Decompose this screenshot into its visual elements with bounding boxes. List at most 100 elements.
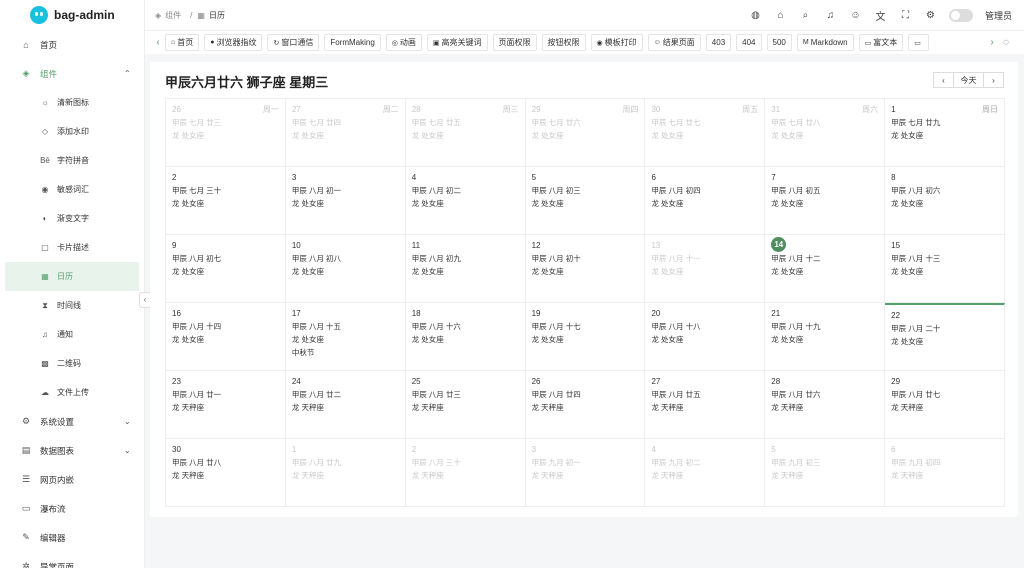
- today-button[interactable]: 今天: [954, 72, 983, 88]
- calendar-day-cell[interactable]: 17 甲辰 八月 十五龙 处女座 中秋节: [285, 303, 406, 371]
- tab[interactable]: ↻ 窗口通信: [267, 34, 320, 51]
- calendar-day-cell[interactable]: 3 甲辰 八月 初一龙 处女座: [285, 167, 406, 235]
- logo[interactable]: bag-admin: [0, 0, 144, 30]
- calendar-day-cell[interactable]: 26 甲辰 八月 廿四龙 天秤座: [525, 371, 646, 439]
- calendar-day-cell[interactable]: 23 甲辰 八月 廿一龙 天秤座: [166, 371, 286, 439]
- sidebar-sub-item[interactable]: ⧗ 时间线: [0, 291, 144, 320]
- tab[interactable]: ◎ 动画: [385, 34, 422, 51]
- calendar-day-cell[interactable]: 22 甲辰 八月 二十龙 处女座: [885, 303, 1006, 371]
- calendar-day-cell[interactable]: 13 甲辰 八月 十一龙 处女座: [645, 235, 766, 303]
- calendar-day-cell[interactable]: 6 甲辰 八月 初四龙 处女座: [645, 167, 766, 235]
- calendar-day-cell[interactable]: 5 甲辰 八月 初三龙 处女座: [525, 167, 646, 235]
- translate-icon[interactable]: 文: [868, 8, 893, 23]
- breadcrumb-parent[interactable]: 组件: [165, 10, 181, 21]
- calendar-day-cell[interactable]: 11 甲辰 八月 初九龙 处女座: [405, 235, 526, 303]
- calendar-day-cell[interactable]: 29 甲辰 八月 廿七龙 天秤座: [885, 371, 1006, 439]
- tabs-menu-icon[interactable]: ◌: [999, 37, 1013, 48]
- sidebar-sub-item[interactable]: ▢ 卡片描述: [0, 233, 144, 262]
- tab[interactable]: ▭: [908, 34, 929, 51]
- tab[interactable]: 404: [736, 34, 762, 51]
- calendar-day-cell[interactable]: 9 甲辰 八月 初七龙 处女座: [166, 235, 286, 303]
- tab-label: 403: [711, 38, 726, 47]
- calendar-day-cell[interactable]: 28 甲辰 八月 廿六龙 天秤座: [765, 371, 886, 439]
- sidebar-item[interactable]: ✲ 导常页面: [0, 552, 144, 568]
- calendar-day-cell[interactable]: 30 甲辰 八月 廿八龙 天秤座: [166, 439, 286, 507]
- sidebar-item[interactable]: ▤ 数据图表 ⌄: [0, 436, 144, 465]
- sidebar-item[interactable]: ☰ 网页内嵌: [0, 465, 144, 494]
- calendar-day-cell[interactable]: 21 甲辰 八月 十九龙 处女座: [765, 303, 886, 371]
- calendar-day-cell[interactable]: 4 甲辰 九月 初二龙 天秤座: [645, 439, 766, 507]
- tab[interactable]: FormMaking: [324, 34, 381, 51]
- sidebar-sub-item[interactable]: ☁ 文件上传: [0, 378, 144, 407]
- tab[interactable]: ⌂ 首页: [165, 34, 200, 51]
- day-number: 7: [771, 173, 776, 182]
- sidebar-item[interactable]: ▭ 瀑布流: [0, 494, 144, 523]
- calendar-day-cell[interactable]: 5 甲辰 九月 初三龙 天秤座: [765, 439, 886, 507]
- smile-icon[interactable]: ☺: [843, 10, 868, 21]
- calendar-day-cell[interactable]: 12 甲辰 八月 初十龙 处女座: [525, 235, 646, 303]
- tab[interactable]: ● 浏览器指纹: [204, 34, 263, 51]
- calendar-day-cell[interactable]: 4 甲辰 八月 初二龙 处女座: [405, 167, 526, 235]
- tabs-prev-icon[interactable]: ‹: [151, 37, 165, 48]
- sidebar-sub-item[interactable]: ◐ 渐变文字: [0, 204, 144, 233]
- calendar-day-cell[interactable]: 28 周三 甲辰 七月 廿五龙 处女座: [405, 99, 526, 167]
- calendar-day-cell[interactable]: 18 甲辰 八月 十六龙 处女座: [405, 303, 526, 371]
- tab[interactable]: ☺ 结果页面: [647, 34, 701, 51]
- calendar-day-cell[interactable]: 1 甲辰 八月 廿九龙 天秤座: [285, 439, 406, 507]
- calendar-day-cell[interactable]: 7 甲辰 八月 初五龙 处女座: [765, 167, 886, 235]
- sidebar-sub-item[interactable]: ▦ 日历: [5, 262, 139, 291]
- sidebar-sub-item[interactable]: Bē 字符拼音: [0, 146, 144, 175]
- github-icon[interactable]: ◍: [743, 10, 768, 21]
- calendar-day-cell[interactable]: 25 甲辰 八月 廿三龙 天秤座: [405, 371, 526, 439]
- sidebar-sub-item[interactable]: ☼ 清新图标: [0, 88, 144, 117]
- calendar-day-cell[interactable]: 8 甲辰 八月 初六龙 处女座: [885, 167, 1006, 235]
- tab[interactable]: 500: [766, 34, 792, 51]
- sidebar-sub-item[interactable]: ♫ 通知: [0, 320, 144, 349]
- tabs-next-icon[interactable]: ›: [985, 37, 999, 48]
- gear-icon[interactable]: ⚙: [918, 10, 943, 21]
- sidebar-item[interactable]: ⚙ 系统设置 ⌄: [0, 407, 144, 436]
- tab[interactable]: 页面权限: [492, 34, 537, 51]
- calendar-day-cell[interactable]: 6 甲辰 九月 初四龙 天秤座: [885, 439, 1006, 507]
- tab[interactable]: 403: [705, 34, 732, 51]
- calendar-day-cell[interactable]: 31 周六 甲辰 七月 廿八龙 处女座: [765, 99, 886, 167]
- home-icon[interactable]: ⌂: [768, 10, 793, 21]
- day-number: 20: [651, 309, 661, 318]
- calendar-day-cell[interactable]: 27 甲辰 八月 廿五龙 天秤座: [645, 371, 766, 439]
- tab[interactable]: M Markdown: [796, 34, 854, 51]
- calendar-day-cell[interactable]: 24 甲辰 八月 廿二龙 天秤座: [285, 371, 406, 439]
- calendar-day-cell[interactable]: 16 甲辰 八月 十四龙 处女座: [166, 303, 286, 371]
- tab[interactable]: 按钮权限: [541, 34, 586, 51]
- calendar-day-cell[interactable]: 15 甲辰 八月 十三龙 处女座: [885, 235, 1006, 303]
- search-icon[interactable]: ⌕: [793, 10, 818, 21]
- calendar-day-cell[interactable]: 14 甲辰 八月 十二龙 处女座: [765, 235, 886, 303]
- tab[interactable]: ▣ 高亮关键词: [426, 34, 488, 51]
- sidebar-sub-item[interactable]: ▩ 二维码: [0, 349, 144, 378]
- calendar-day-cell[interactable]: 2 甲辰 七月 三十龙 处女座: [166, 167, 286, 235]
- calendar-day-cell[interactable]: 27 周二 甲辰 七月 廿四龙 处女座: [285, 99, 406, 167]
- lunar-date: 甲辰 八月 十五: [291, 322, 342, 331]
- bell-icon[interactable]: ♫: [818, 10, 843, 21]
- theme-toggle[interactable]: [948, 8, 973, 22]
- calendar-day-cell[interactable]: 1 周日 甲辰 七月 廿九龙 处女座: [885, 99, 1006, 167]
- user-name[interactable]: 管理员: [985, 9, 1012, 22]
- prev-month-button[interactable]: ‹: [933, 72, 954, 88]
- sidebar-sub-item[interactable]: ◇ 添加水印: [0, 117, 144, 146]
- calendar-day-cell[interactable]: 19 甲辰 八月 十七龙 处女座: [525, 303, 646, 371]
- sidebar-item[interactable]: ◈ 组件 ⌃: [0, 59, 144, 88]
- next-month-button[interactable]: ›: [983, 72, 1004, 88]
- calendar-day-cell[interactable]: 10 甲辰 八月 初八龙 处女座: [285, 235, 406, 303]
- calendar-day-cell[interactable]: 2 甲辰 八月 三十龙 天秤座: [405, 439, 526, 507]
- calendar-day-cell[interactable]: 29 周四 甲辰 七月 廿六龙 处女座: [525, 99, 646, 167]
- sidebar-sub-item[interactable]: ◉ 敏感词汇: [0, 175, 144, 204]
- calendar-day-cell[interactable]: 20 甲辰 八月 十八龙 处女座: [645, 303, 766, 371]
- sidebar-item[interactable]: ✎ 编辑器: [0, 523, 144, 552]
- lunar-date: 甲辰 九月 初四: [891, 458, 941, 467]
- calendar-day-cell[interactable]: 3 甲辰 九月 初一龙 天秤座: [525, 439, 646, 507]
- sidebar-item[interactable]: ⌂ 首页: [0, 30, 144, 59]
- fullscreen-icon[interactable]: ⛶: [893, 10, 918, 21]
- tab[interactable]: ▭ 富文本: [858, 34, 904, 51]
- tab[interactable]: ◉ 模板打印: [590, 34, 643, 51]
- calendar-day-cell[interactable]: 26 周一 甲辰 七月 廿三龙 处女座: [166, 99, 286, 167]
- calendar-day-cell[interactable]: 30 周五 甲辰 七月 廿七龙 处女座: [645, 99, 766, 167]
